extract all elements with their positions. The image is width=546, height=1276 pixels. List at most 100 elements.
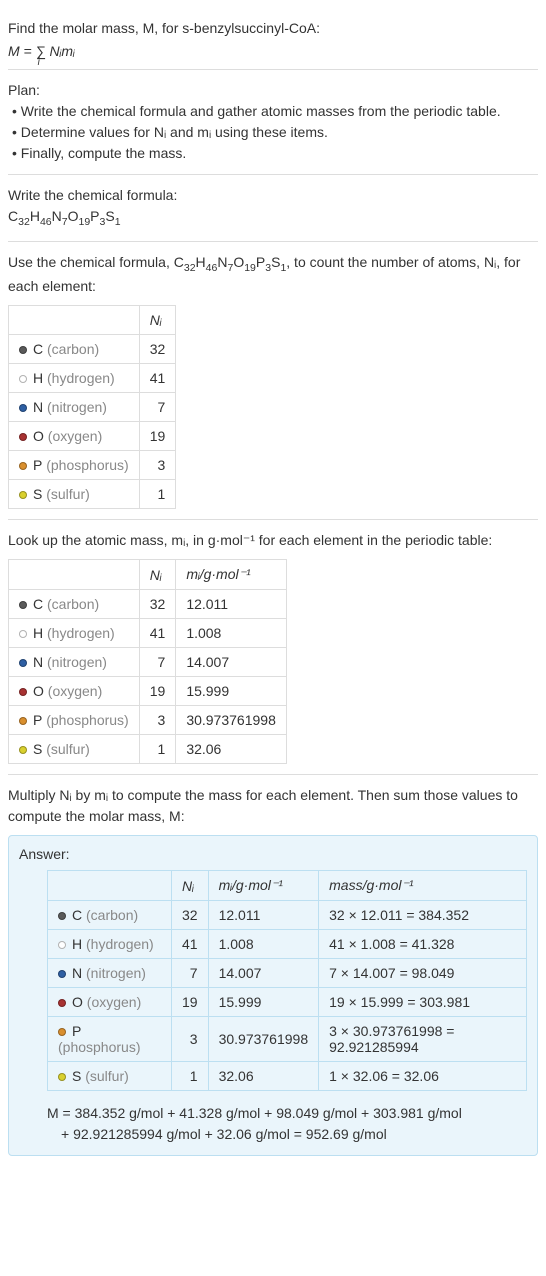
ni-cell: 19	[139, 422, 176, 451]
element-symbol: H	[33, 370, 43, 386]
cf-el: H	[30, 208, 40, 224]
ni-cell: 3	[139, 706, 176, 735]
ni-cell: 1	[139, 480, 176, 509]
col-ni: Nᵢ	[172, 871, 209, 901]
element-color-icon	[58, 970, 66, 978]
element-color-icon	[19, 462, 27, 470]
element-name: (carbon)	[47, 596, 99, 612]
count-section: Use the chemical formula, C32H46N7O19P3S…	[8, 242, 538, 521]
element-cell: C (carbon)	[48, 901, 172, 930]
element-symbol: N	[33, 399, 43, 415]
element-cell: N (nitrogen)	[9, 648, 140, 677]
mi-cell: 32.06	[208, 1062, 319, 1091]
mass-cell: 3 × 30.973761998 = 92.921285994	[319, 1017, 527, 1062]
table-row: N (nitrogen)7	[9, 393, 176, 422]
element-symbol: S	[33, 741, 42, 757]
element-color-icon	[19, 688, 27, 696]
table-row: P (phosphorus)3	[9, 451, 176, 480]
element-name: (oxygen)	[48, 428, 102, 444]
element-name: (hydrogen)	[47, 370, 115, 386]
element-name: (carbon)	[86, 907, 138, 923]
element-cell: P (phosphorus)	[9, 451, 140, 480]
mi-cell: 15.999	[176, 677, 287, 706]
count-table: Nᵢ C (carbon)32H (hydrogen)41N (nitrogen…	[8, 305, 176, 509]
mi-cell: 12.011	[208, 901, 319, 930]
mass-cell: 41 × 1.008 = 41.328	[319, 930, 527, 959]
mi-cell: 14.007	[176, 648, 287, 677]
formula-prefix: M =	[8, 43, 36, 59]
element-symbol: O	[33, 683, 44, 699]
table-row: P (phosphorus)330.9737619983 × 30.973761…	[48, 1017, 527, 1062]
element-cell: P (phosphorus)	[9, 706, 140, 735]
element-symbol: P	[72, 1023, 81, 1039]
plan-item: • Write the chemical formula and gather …	[12, 101, 538, 122]
intro-line: Find the molar mass, M, for s-benzylsucc…	[8, 18, 538, 39]
col-element	[9, 306, 140, 335]
mass-intro: Look up the atomic mass, mᵢ, in g·mol⁻¹ …	[8, 530, 538, 551]
cf-el: S	[105, 208, 114, 224]
cf-sub: 32	[18, 216, 30, 228]
element-cell: N (nitrogen)	[48, 959, 172, 988]
chemical-formula: C32H46N7O19P3S1	[8, 206, 538, 231]
mi-cell: 14.007	[208, 959, 319, 988]
sigma-sub: i	[38, 57, 40, 68]
element-name: (carbon)	[47, 341, 99, 357]
element-name: (phosphorus)	[58, 1039, 141, 1055]
element-cell: C (carbon)	[9, 335, 140, 364]
count-intro-a: Use the chemical formula,	[8, 254, 174, 270]
final-line-2: + 92.921285994 g/mol + 32.06 g/mol = 952…	[61, 1124, 527, 1145]
element-symbol: C	[33, 596, 43, 612]
final-line-1: M = 384.352 g/mol + 41.328 g/mol + 98.04…	[47, 1103, 527, 1124]
table-row: C (carbon)32	[9, 335, 176, 364]
table-row: C (carbon)3212.01132 × 12.011 = 384.352	[48, 901, 527, 930]
ni-cell: 41	[139, 619, 176, 648]
element-name: (hydrogen)	[47, 625, 115, 641]
plan-section: Plan: • Write the chemical formula and g…	[8, 70, 538, 175]
element-symbol: H	[72, 936, 82, 952]
molar-mass-formula: M = ∑ i Nᵢmᵢ	[8, 43, 538, 59]
table-row: N (nitrogen)714.0077 × 14.007 = 98.049	[48, 959, 527, 988]
ni-cell: 1	[172, 1062, 209, 1091]
element-name: (oxygen)	[48, 683, 102, 699]
cf-sub: 19	[78, 216, 90, 228]
col-ni: Nᵢ	[139, 306, 176, 335]
mi-cell: 30.973761998	[176, 706, 287, 735]
element-cell: H (hydrogen)	[9, 364, 140, 393]
ni-cell: 3	[172, 1017, 209, 1062]
element-symbol: P	[33, 712, 42, 728]
element-cell: C (carbon)	[9, 590, 140, 619]
table-header-row: Nᵢ mᵢ/g·mol⁻¹ mass/g·mol⁻¹	[48, 871, 527, 901]
mass-section: Look up the atomic mass, mᵢ, in g·mol⁻¹ …	[8, 520, 538, 775]
element-name: (phosphorus)	[46, 457, 129, 473]
table-row: S (sulfur)132.06	[9, 735, 287, 764]
element-color-icon	[19, 404, 27, 412]
ni-cell: 32	[139, 335, 176, 364]
mi-cell: 1.008	[176, 619, 287, 648]
chemical-formula-title: Write the chemical formula:	[8, 185, 538, 206]
element-color-icon	[58, 1073, 66, 1081]
formula-rest: Nᵢmᵢ	[46, 43, 75, 59]
element-symbol: H	[33, 625, 43, 641]
ni-cell: 41	[139, 364, 176, 393]
element-cell: O (oxygen)	[9, 677, 140, 706]
element-symbol: N	[33, 654, 43, 670]
table-row: O (oxygen)1915.99919 × 15.999 = 303.981	[48, 988, 527, 1017]
chemical-formula-section: Write the chemical formula: C32H46N7O19P…	[8, 175, 538, 242]
element-symbol: C	[72, 907, 82, 923]
mass-cell: 7 × 14.007 = 98.049	[319, 959, 527, 988]
plan-title: Plan:	[8, 80, 538, 101]
chemical-formula-inline: C32H46N7O19P3S1	[174, 254, 287, 270]
mi-cell: 15.999	[208, 988, 319, 1017]
col-mi: mᵢ/g·mol⁻¹	[208, 871, 319, 901]
element-cell: N (nitrogen)	[9, 393, 140, 422]
element-symbol: S	[33, 486, 42, 502]
table-header-row: Nᵢ	[9, 306, 176, 335]
cf-el: C	[8, 208, 18, 224]
table-row: C (carbon)3212.011	[9, 590, 287, 619]
mass-table: Nᵢ mᵢ/g·mol⁻¹ C (carbon)3212.011H (hydro…	[8, 559, 287, 764]
col-mass: mass/g·mol⁻¹	[319, 871, 527, 901]
table-row: O (oxygen)1915.999	[9, 677, 287, 706]
ni-cell: 1	[139, 735, 176, 764]
element-name: (hydrogen)	[86, 936, 154, 952]
table-row: O (oxygen)19	[9, 422, 176, 451]
